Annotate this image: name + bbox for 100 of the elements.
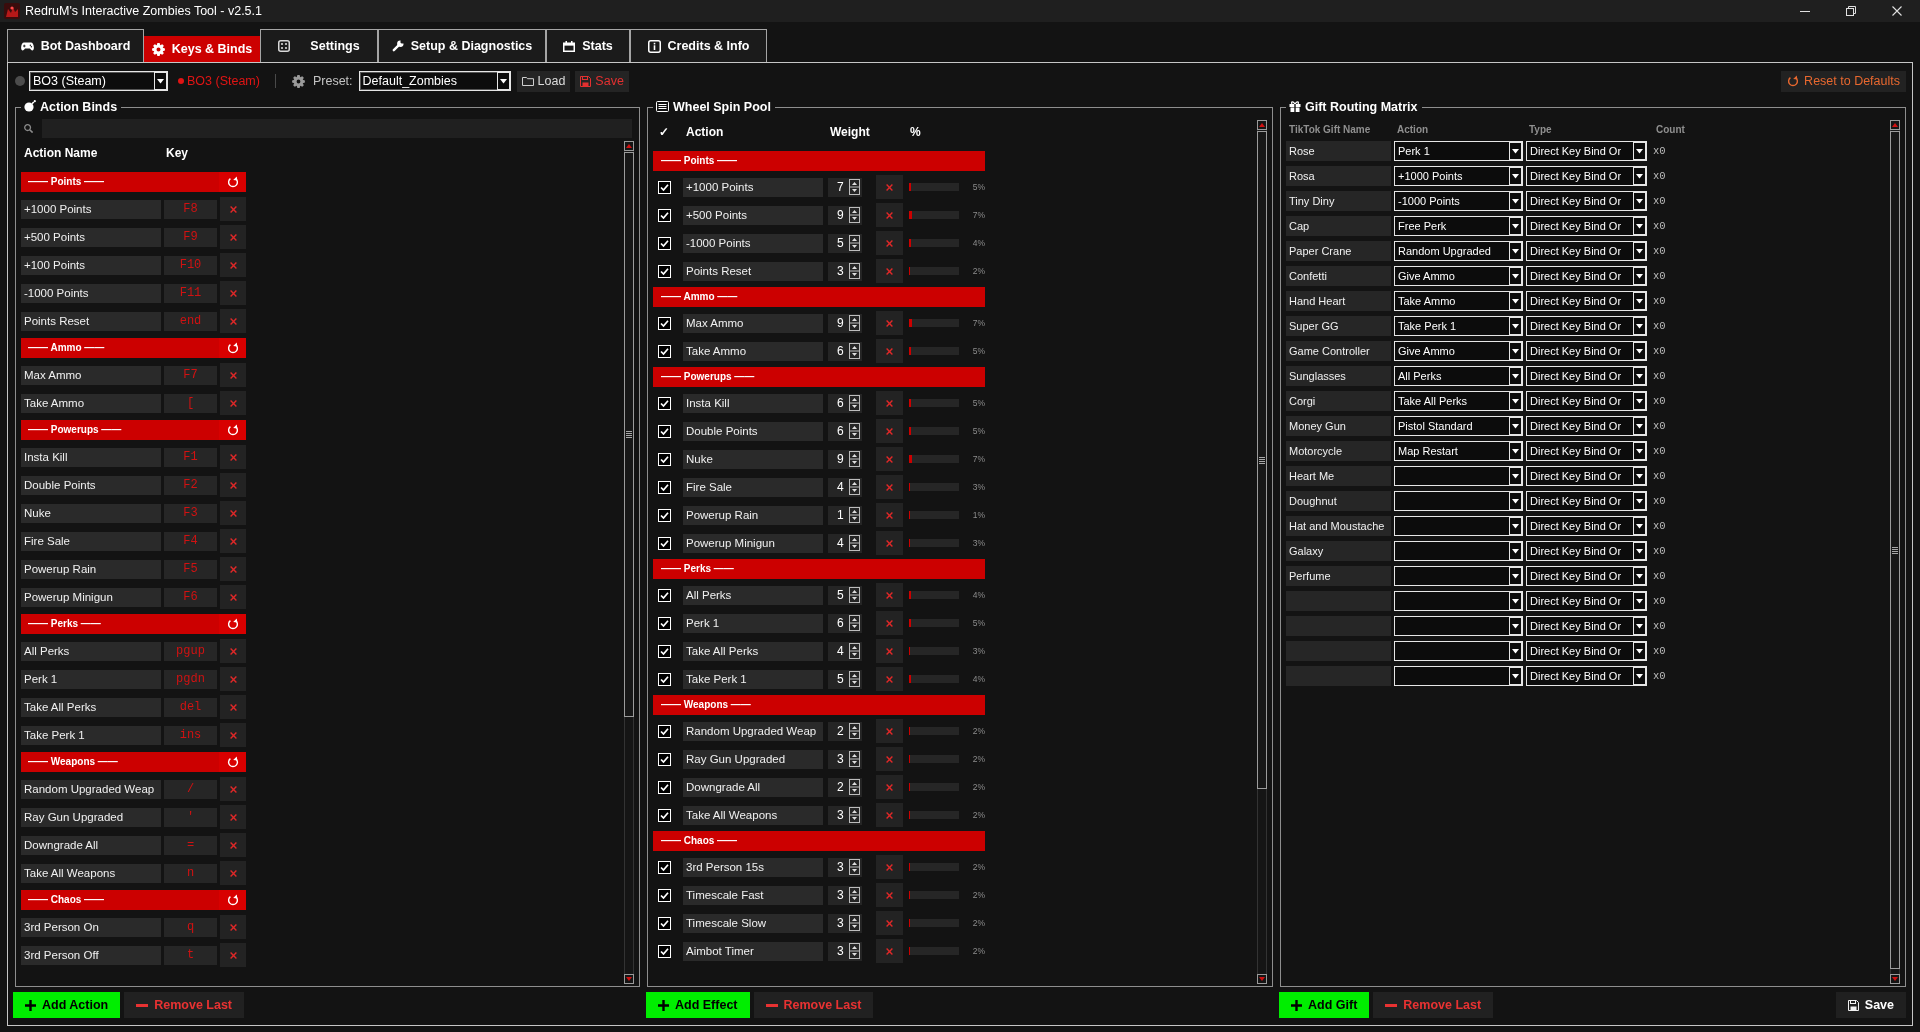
action-dropdown[interactable]: [1394, 616, 1523, 636]
action-dropdown[interactable]: [1394, 566, 1523, 586]
tab[interactable]: Setup & Diagnostics: [378, 29, 546, 62]
tab[interactable]: Bot Dashboard: [7, 29, 144, 62]
reset-button[interactable]: [219, 752, 246, 772]
gift-name-field[interactable]: Corgi: [1286, 391, 1391, 411]
weight-field[interactable]: 3: [828, 805, 862, 825]
checkbox[interactable]: [658, 264, 671, 278]
type-dropdown[interactable]: Direct Key Bind Or: [1526, 291, 1647, 311]
delete-button[interactable]: [875, 203, 903, 227]
action-dropdown[interactable]: Take Perk 1: [1394, 316, 1523, 336]
checkbox[interactable]: [658, 480, 671, 494]
delete-button[interactable]: [220, 445, 246, 469]
delete-button[interactable]: [875, 391, 903, 415]
gift-name-field[interactable]: Hand Heart: [1286, 291, 1391, 311]
weight-field[interactable]: 3: [828, 857, 862, 877]
delete-button[interactable]: [220, 501, 246, 525]
weight-field[interactable]: 4: [828, 533, 862, 553]
action-dropdown[interactable]: Pistol Standard: [1394, 416, 1523, 436]
delete-button[interactable]: [875, 503, 903, 527]
action-dropdown[interactable]: [1394, 466, 1523, 486]
delete-button[interactable]: [220, 281, 246, 305]
checkbox[interactable]: [658, 536, 671, 550]
checkbox[interactable]: [658, 396, 671, 410]
delete-button[interactable]: [220, 777, 246, 801]
name-field[interactable]: Take Perk 1: [21, 725, 161, 745]
delete-button[interactable]: [875, 311, 903, 335]
weight-field[interactable]: 3: [828, 941, 862, 961]
reset-button[interactable]: [219, 614, 246, 634]
name-field[interactable]: Ray Gun Upgraded: [21, 807, 161, 827]
name-field[interactable]: Take Perk 1: [683, 669, 823, 689]
delete-button[interactable]: [220, 833, 246, 857]
name-field[interactable]: 3rd Person Off: [21, 945, 161, 965]
action-dropdown[interactable]: [1394, 516, 1523, 536]
scrollbar[interactable]: [624, 141, 634, 984]
gift-name-field[interactable]: Sunglasses: [1286, 366, 1391, 386]
delete-button[interactable]: [220, 915, 246, 939]
type-dropdown[interactable]: Direct Key Bind Or: [1526, 391, 1647, 411]
checkbox[interactable]: [658, 180, 671, 194]
checkbox[interactable]: [658, 424, 671, 438]
delete-button[interactable]: [875, 667, 903, 691]
gift-name-field[interactable]: Galaxy: [1286, 541, 1391, 561]
name-field[interactable]: 3rd Person On: [21, 917, 161, 937]
type-dropdown[interactable]: Direct Key Bind Or: [1526, 616, 1647, 636]
name-field[interactable]: Timescale Slow: [683, 913, 823, 933]
name-field[interactable]: 3rd Person 15s: [683, 857, 823, 877]
type-dropdown[interactable]: Direct Key Bind Or: [1526, 566, 1647, 586]
action-dropdown[interactable]: All Perks: [1394, 366, 1523, 386]
name-field[interactable]: Double Points: [683, 421, 823, 441]
delete-button[interactable]: [220, 391, 246, 415]
name-field[interactable]: Powerup Minigun: [21, 587, 161, 607]
add-button[interactable]: Add Action: [13, 992, 121, 1018]
name-field[interactable]: Perk 1: [21, 669, 161, 689]
type-dropdown[interactable]: Direct Key Bind Or: [1526, 591, 1647, 611]
gift-name-field[interactable]: Cap: [1286, 216, 1391, 236]
name-field[interactable]: Points Reset: [21, 311, 161, 331]
delete-button[interactable]: [875, 447, 903, 471]
delete-button[interactable]: [875, 911, 903, 935]
delete-button[interactable]: [875, 855, 903, 879]
gift-name-field[interactable]: Money Gun: [1286, 416, 1391, 436]
name-field[interactable]: -1000 Points: [683, 233, 823, 253]
name-field[interactable]: Take Ammo: [21, 393, 161, 413]
preset-dropdown[interactable]: Default_Zombies: [358, 71, 511, 91]
delete-button[interactable]: [220, 557, 246, 581]
checkbox[interactable]: [658, 672, 671, 686]
checkbox[interactable]: [658, 208, 671, 222]
gift-name-field[interactable]: Heart Me: [1286, 466, 1391, 486]
gift-name-field[interactable]: Motorcycle: [1286, 441, 1391, 461]
game-dropdown[interactable]: BO3 (Steam): [29, 71, 168, 91]
gift-name-field[interactable]: Super GG: [1286, 316, 1391, 336]
name-field[interactable]: +500 Points: [683, 205, 823, 225]
weight-field[interactable]: 6: [828, 341, 862, 361]
action-dropdown[interactable]: -1000 Points: [1394, 191, 1523, 211]
name-field[interactable]: -1000 Points: [21, 283, 161, 303]
tab[interactable]: Settings: [260, 29, 378, 62]
type-dropdown[interactable]: Direct Key Bind Or: [1526, 541, 1647, 561]
delete-button[interactable]: [875, 719, 903, 743]
remove-button[interactable]: Remove Last: [1373, 992, 1494, 1018]
delete-button[interactable]: [875, 639, 903, 663]
checkbox[interactable]: [658, 860, 671, 874]
scrollbar[interactable]: [1890, 120, 1900, 984]
gift-name-field[interactable]: Hat and Moustache: [1286, 516, 1391, 536]
reset-button[interactable]: [219, 420, 246, 440]
name-field[interactable]: Aimbot Timer: [683, 941, 823, 961]
gift-name-field[interactable]: Rose: [1286, 141, 1391, 161]
add-button[interactable]: Add Effect: [646, 992, 750, 1018]
delete-button[interactable]: [220, 309, 246, 333]
gift-name-field[interactable]: Paper Crane: [1286, 241, 1391, 261]
weight-field[interactable]: 9: [828, 449, 862, 469]
checkbox[interactable]: [658, 752, 671, 766]
name-field[interactable]: Powerup Rain: [683, 505, 823, 525]
delete-button[interactable]: [220, 253, 246, 277]
weight-field[interactable]: 5: [828, 669, 862, 689]
delete-button[interactable]: [875, 259, 903, 283]
checkbox[interactable]: [658, 944, 671, 958]
gift-name-field[interactable]: Game Controller: [1286, 341, 1391, 361]
type-dropdown[interactable]: Direct Key Bind Or: [1526, 316, 1647, 336]
reset-button[interactable]: [219, 338, 246, 358]
name-field[interactable]: Random Upgraded Weap: [683, 721, 823, 741]
name-field[interactable]: Nuke: [21, 503, 161, 523]
